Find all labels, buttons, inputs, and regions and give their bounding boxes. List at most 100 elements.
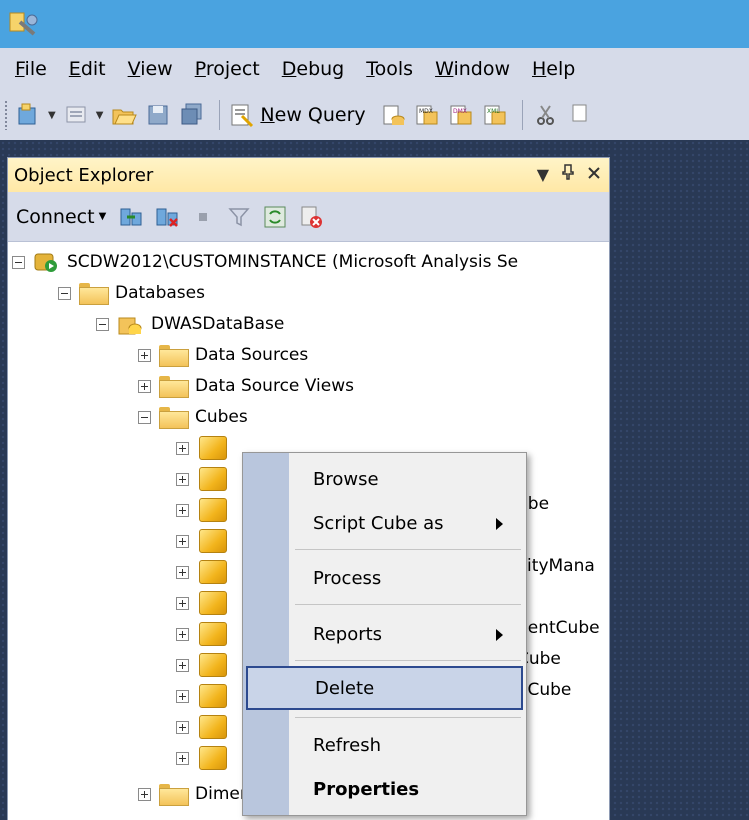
activity-monitor-icon[interactable]: [298, 204, 324, 230]
refresh-icon[interactable]: [262, 204, 288, 230]
tree-node-cube[interactable]: [176, 618, 235, 650]
connect-button[interactable]: Connect ▼: [16, 206, 106, 228]
add-item-icon[interactable]: [62, 100, 92, 130]
menu-separator: [295, 717, 521, 718]
cube-icon: [197, 746, 227, 770]
menu-view[interactable]: View: [119, 54, 182, 84]
expand-icon[interactable]: [176, 565, 189, 579]
tree-node-cube[interactable]: [176, 742, 235, 774]
menu-file[interactable]: File: [6, 54, 56, 84]
tree-node-cube[interactable]: [176, 463, 235, 495]
menu-debug[interactable]: Debug: [273, 54, 354, 84]
collapse-icon[interactable]: [96, 317, 109, 331]
tree-node-cube[interactable]: [176, 525, 235, 557]
expand-icon[interactable]: [176, 441, 189, 455]
save-all-icon[interactable]: [177, 100, 207, 130]
tree-node-cube[interactable]: [176, 494, 235, 526]
menu-item-reports[interactable]: Reports: [246, 612, 523, 656]
cube-icon: [197, 467, 227, 491]
expand-icon[interactable]: [176, 503, 189, 517]
tree-node-databases[interactable]: Databases: [58, 277, 205, 309]
object-explorer-title: Object Explorer: [14, 164, 154, 186]
new-project-icon[interactable]: [14, 100, 44, 130]
filter-icon[interactable]: [226, 204, 252, 230]
expand-icon[interactable]: [138, 787, 151, 801]
svg-text:MDX: MDX: [419, 108, 433, 115]
tree-node-cube[interactable]: [176, 556, 235, 588]
tree-node-cube[interactable]: [176, 649, 235, 681]
copy-icon[interactable]: [565, 100, 595, 130]
menu-separator: [295, 604, 521, 605]
menu-separator: [295, 660, 521, 661]
cut-icon[interactable]: [531, 100, 561, 130]
folder-icon: [79, 283, 109, 305]
expand-icon[interactable]: [138, 379, 151, 393]
expand-icon[interactable]: [176, 751, 189, 765]
menu-window[interactable]: Window: [426, 54, 519, 84]
properties-label: Properties: [313, 778, 420, 800]
menu-item-browse[interactable]: Browse: [246, 457, 523, 501]
menu-edit[interactable]: Edit: [60, 54, 115, 84]
pin-icon[interactable]: [561, 164, 575, 184]
new-query-button[interactable]: New Query: [228, 99, 366, 131]
browse-label: Browse: [313, 468, 379, 490]
toolbar-separator: [219, 100, 221, 130]
add-item-dropdown-icon[interactable]: ▼: [96, 110, 104, 121]
expand-icon[interactable]: [176, 627, 189, 641]
stop-icon[interactable]: [190, 204, 216, 230]
menu-item-script-cube-as[interactable]: Script Cube as: [246, 501, 523, 545]
tree-node-cube[interactable]: [176, 711, 235, 743]
database-engine-query-icon[interactable]: [378, 100, 408, 130]
svg-text:DMX: DMX: [453, 108, 467, 115]
toolbar-grip[interactable]: [4, 100, 8, 130]
menu-item-refresh[interactable]: Refresh: [246, 723, 523, 767]
collapse-icon[interactable]: [12, 255, 25, 269]
expand-icon[interactable]: [138, 348, 151, 362]
menu-item-process[interactable]: Process: [246, 556, 523, 600]
standard-toolbar: ▼ ▼ New Query MDX DMX XML: [0, 90, 749, 140]
tree-node-database[interactable]: DWASDataBase: [96, 308, 284, 340]
tree-node-data-sources[interactable]: Data Sources: [138, 339, 308, 371]
tree-node-cube[interactable]: [176, 432, 235, 464]
new-project-dropdown-icon[interactable]: ▼: [48, 110, 56, 121]
folder-icon: [159, 407, 189, 429]
server-name: SCDW2012\CUSTOMINSTANCE (Microsoft Analy…: [67, 252, 519, 272]
collapse-icon[interactable]: [58, 286, 71, 300]
menu-tools[interactable]: Tools: [357, 54, 422, 84]
xmla-query-icon[interactable]: XML: [480, 100, 510, 130]
svg-text:XML: XML: [487, 108, 500, 115]
dmx-query-icon[interactable]: DMX: [446, 100, 476, 130]
expand-icon[interactable]: [176, 658, 189, 672]
menu-help[interactable]: Help: [523, 54, 584, 84]
expand-icon[interactable]: [176, 472, 189, 486]
title-bar: [0, 0, 749, 48]
menu-item-properties[interactable]: Properties: [246, 767, 523, 811]
save-icon[interactable]: [143, 100, 173, 130]
collapse-icon[interactable]: [138, 410, 151, 424]
reports-label: Reports: [313, 623, 383, 645]
connect-object-explorer-icon[interactable]: [118, 204, 144, 230]
panel-dropdown-icon[interactable]: ▼: [537, 165, 549, 184]
panel-controls: ▼: [537, 164, 601, 184]
tree-node-cube[interactable]: [176, 587, 235, 619]
menu-item-delete[interactable]: Delete: [246, 666, 523, 710]
expand-icon[interactable]: [176, 689, 189, 703]
ssms-app-icon[interactable]: [8, 10, 38, 38]
expand-icon[interactable]: [176, 534, 189, 548]
expand-icon[interactable]: [176, 720, 189, 734]
tree-node-cubes[interactable]: Cubes: [138, 401, 248, 433]
open-file-icon[interactable]: [109, 100, 139, 130]
tree-node-server[interactable]: SCDW2012\CUSTOMINSTANCE (Microsoft Analy…: [12, 246, 518, 278]
menu-separator: [295, 549, 521, 550]
close-icon[interactable]: [587, 165, 601, 184]
cube-context-menu: Browse Script Cube as Process Reports De…: [242, 452, 527, 816]
cube-icon: [197, 684, 227, 708]
tree-node-cube[interactable]: [176, 680, 235, 712]
data-sources-label: Data Sources: [195, 345, 309, 365]
object-explorer-header: Object Explorer ▼: [8, 158, 609, 192]
expand-icon[interactable]: [176, 596, 189, 610]
mdx-query-icon[interactable]: MDX: [412, 100, 442, 130]
menu-project[interactable]: Project: [186, 54, 269, 84]
disconnect-icon[interactable]: [154, 204, 180, 230]
tree-node-data-source-views[interactable]: Data Source Views: [138, 370, 354, 402]
